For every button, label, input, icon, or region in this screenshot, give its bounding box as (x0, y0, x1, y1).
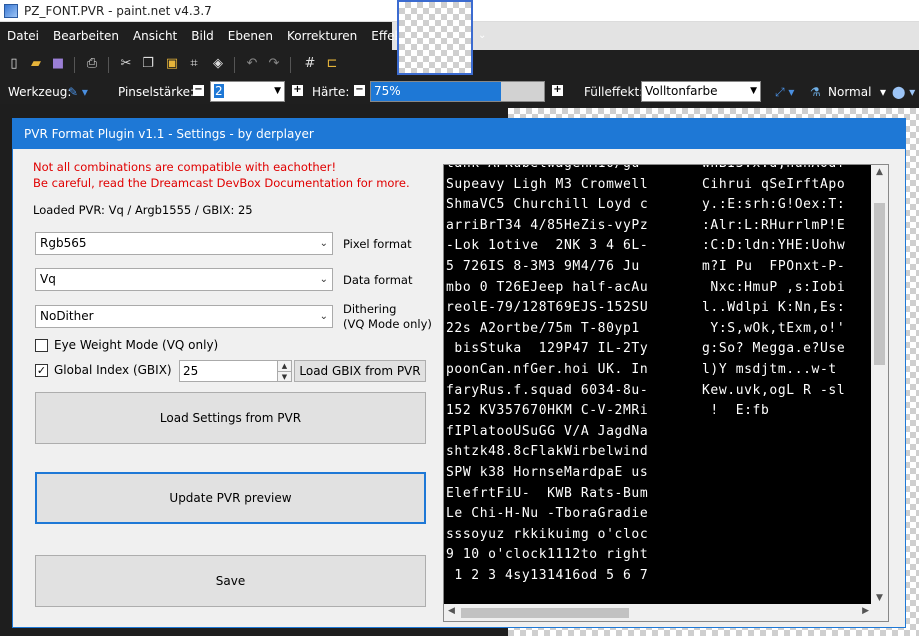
vertical-scroll-thumb[interactable] (874, 203, 885, 365)
dithering-label-sub: (VQ Mode only) (343, 317, 432, 331)
scroll-left-icon[interactable]: ◀ (448, 606, 455, 616)
brush-size-plus-icon[interactable]: + (292, 85, 303, 96)
gbix-stepper[interactable]: 25 ▲ ▼ (179, 360, 292, 382)
ruler-icon[interactable]: ⊏ (324, 56, 340, 72)
checkmark-icon: ✓ (36, 363, 47, 377)
brush-size-combo[interactable]: 2 ▼ (210, 81, 285, 102)
paintbrush-icon[interactable]: ✎ ▾ (68, 85, 88, 99)
scroll-right-icon[interactable]: ▶ (862, 606, 869, 616)
dialog-title: PVR Format Plugin v1.1 - Settings - by d… (13, 119, 905, 149)
global-index-checkbox[interactable]: ✓ (35, 363, 48, 377)
print-icon[interactable]: ⎙ (84, 56, 100, 72)
redo-icon[interactable]: ↷ (266, 56, 282, 72)
menu-datei[interactable]: Datei (0, 22, 46, 50)
paintnet-app-icon (4, 3, 18, 18)
menu-bearbeiten[interactable]: Bearbeiten (46, 22, 126, 50)
eye-weight-label: Eye Weight Mode (VQ only) (54, 338, 219, 352)
eye-weight-checkbox[interactable] (35, 338, 48, 352)
dithering-label: Dithering (343, 302, 397, 316)
grid-icon[interactable]: # (302, 56, 318, 72)
paste-icon[interactable]: ▣ (164, 56, 180, 72)
warning-line-2: Be careful, read the Dreamcast DevBox Do… (33, 176, 410, 190)
save-icon[interactable]: ■ (50, 56, 66, 72)
chevron-down-icon[interactable]: ▾ (880, 85, 886, 99)
preview-font-sheet-right: whBI3:x:d,nuhAOdf Cihrui qSeIrftApo y.:E… (702, 165, 846, 419)
menu-bild[interactable]: Bild (184, 22, 221, 50)
pvr-preview[interactable]: tank APKubelwagenM10/gu Supeavy Ligh M3 … (443, 164, 889, 622)
chevron-down-icon: ⌄ (319, 238, 328, 249)
brush-size-label: Pinselstärke: (118, 85, 195, 99)
data-format-label: Data format (343, 273, 413, 287)
undo-icon[interactable]: ↶ (244, 56, 260, 72)
cut-icon[interactable]: ✂ (118, 56, 134, 72)
brush-size-minus-icon[interactable]: − (193, 85, 204, 96)
warning-line-1: Not all combinations are compatible with… (33, 160, 337, 174)
deselect-icon[interactable]: ◈ (210, 56, 226, 72)
horizontal-scroll-thumb[interactable] (461, 608, 629, 618)
hardness-slider[interactable]: 75% (370, 81, 545, 102)
tool-label: Werkzeug: (8, 85, 72, 99)
global-index-checkbox-row[interactable]: ✓ Global Index (GBIX) (35, 363, 172, 377)
global-index-label: Global Index (GBIX) (54, 363, 172, 377)
fill-label: Fülleffekt: (584, 85, 644, 99)
load-gbix-button[interactable]: Load GBIX from PVR (294, 360, 426, 382)
chevron-down-icon: ▼ (274, 86, 281, 96)
scroll-down-icon[interactable]: ▼ (871, 593, 888, 603)
save-button[interactable]: Save (35, 555, 426, 607)
chevron-down-icon: ⌄ (319, 274, 328, 285)
blend-mode-value[interactable]: Normal (828, 85, 871, 99)
antialias-icon[interactable]: ⤢ ▾ (775, 85, 794, 100)
data-format-dropdown[interactable]: Vq ⌄ (35, 268, 333, 291)
hardness-plus-icon[interactable]: + (552, 85, 563, 96)
pixel-format-dropdown[interactable]: Rgb565 ⌄ (35, 232, 333, 255)
blend-mode-icon[interactable]: ⚗ (810, 85, 821, 99)
menu-korrekturen[interactable]: Korrekturen (280, 22, 364, 50)
chevron-down-icon: ⌄ (319, 311, 328, 322)
menu-ansicht[interactable]: Ansicht (126, 22, 184, 50)
preview-font-sheet-left: tank APKubelwagenM10/gu Supeavy Ligh M3 … (446, 165, 649, 583)
stepper-down-icon[interactable]: ▼ (277, 371, 291, 381)
thumbnail-dropdown-icon[interactable]: ⌄ (478, 30, 486, 41)
crop-icon[interactable]: ⌗ (186, 56, 202, 72)
loaded-pvr-info: Loaded PVR: Vq / Argb1555 / GBIX: 25 (33, 203, 253, 217)
load-settings-button[interactable]: Load Settings from PVR (35, 392, 426, 444)
preview-horizontal-scrollbar[interactable]: ◀ ▶ (444, 604, 873, 621)
update-preview-button[interactable]: Update PVR preview (35, 472, 426, 524)
tool-options-bar: Werkzeug: ✎ ▾ Pinselstärke: − 2 ▼ + Härt… (0, 80, 919, 104)
menu-ebenen[interactable]: Ebenen (221, 22, 280, 50)
hardness-label: Härte: (312, 85, 350, 99)
fill-combo[interactable]: Volltonfarbe ▼ (641, 81, 761, 102)
open-folder-icon[interactable]: ▰ (28, 56, 44, 72)
hardness-value: 75% (374, 84, 401, 98)
selection-mode-icon[interactable]: ⬤ ▾ (892, 85, 915, 99)
scroll-up-icon[interactable]: ▲ (871, 167, 888, 177)
chevron-down-icon: ▼ (750, 86, 757, 96)
copy-icon[interactable]: ❐ (140, 56, 156, 72)
image-thumbnail[interactable] (397, 0, 473, 75)
preview-vertical-scrollbar[interactable]: ▲ ▼ (871, 165, 888, 605)
eye-weight-checkbox-row[interactable]: Eye Weight Mode (VQ only) (35, 338, 218, 352)
pvr-settings-dialog: PVR Format Plugin v1.1 - Settings - by d… (12, 118, 906, 628)
new-file-icon[interactable]: ▯ (6, 56, 22, 72)
stepper-up-icon[interactable]: ▲ (277, 361, 291, 371)
pixel-format-label: Pixel format (343, 237, 412, 251)
hardness-minus-icon[interactable]: − (354, 85, 365, 96)
window-title: PZ_FONT.PVR - paint.net v4.3.7 (24, 3, 212, 18)
dithering-dropdown[interactable]: NoDither ⌄ (35, 305, 333, 328)
